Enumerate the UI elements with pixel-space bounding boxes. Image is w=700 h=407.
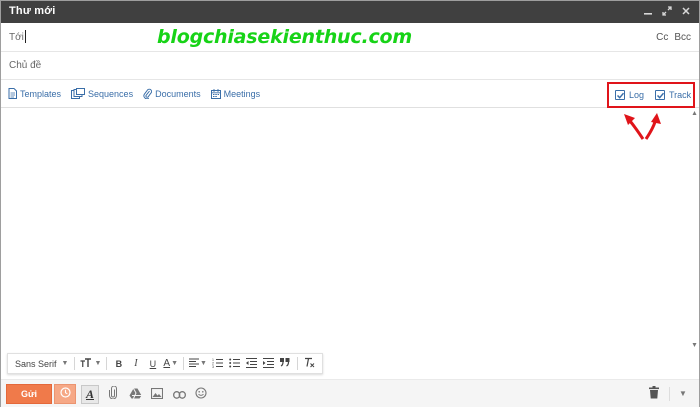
formatting-toolbar: Sans Serif ▼ ▼ B I U A ▼ ▼ 123	[7, 353, 323, 374]
text-cursor	[25, 30, 26, 43]
smiley-icon	[195, 386, 207, 404]
formatting-options-button[interactable]: A	[81, 385, 99, 404]
bcc-link[interactable]: Bcc	[674, 32, 691, 43]
close-icon[interactable]	[681, 4, 691, 18]
divider	[183, 357, 185, 370]
chevron-down-icon: ▼	[679, 389, 687, 398]
google-drive-icon	[129, 386, 142, 404]
quote-button[interactable]	[277, 355, 294, 372]
svg-text:3: 3	[212, 365, 214, 368]
more-options-button[interactable]: ▼	[679, 389, 687, 398]
link-icon	[172, 386, 186, 404]
checkbox-checked-icon	[615, 90, 625, 100]
attach-file-button[interactable]	[105, 385, 121, 404]
window-controls	[643, 4, 691, 18]
bold-button[interactable]: B	[110, 355, 127, 372]
log-label: Log	[629, 90, 645, 100]
indent-more-button[interactable]	[260, 355, 277, 372]
font-family-value: Sans Serif	[15, 358, 57, 369]
divider	[296, 357, 298, 370]
bottom-tools: A	[81, 385, 209, 404]
align-left-icon	[189, 358, 200, 369]
font-size-icon	[80, 357, 93, 370]
chevron-down-icon: ▼	[171, 360, 179, 367]
title-bar: Thư mới	[1, 1, 699, 23]
watermark-text: blogchiasekienthuc.com	[157, 26, 412, 48]
compose-window: Thư mới Tới blogchiasekienthuc.com Cc Bc…	[0, 0, 700, 407]
scrollbar[interactable]	[692, 109, 697, 349]
bulleted-list-icon	[229, 358, 240, 370]
numbered-list-button[interactable]: 123	[209, 355, 226, 372]
remove-formatting-button[interactable]	[301, 355, 318, 372]
send-button[interactable]: Gửi	[6, 384, 52, 404]
calendar-icon	[210, 88, 221, 99]
image-icon	[150, 386, 164, 404]
to-row[interactable]: Tới blogchiasekienthuc.com Cc Bcc	[1, 23, 699, 52]
checkbox-checked-icon	[655, 90, 665, 100]
window-title: Thư mới	[9, 5, 56, 17]
discard-draft-button[interactable]	[649, 386, 659, 404]
cc-bcc-links: Cc Bcc	[656, 32, 691, 43]
quote-icon	[280, 358, 290, 369]
chevron-down-icon: ▼	[200, 360, 207, 367]
tracking-highlight-box: Log Track	[607, 82, 695, 108]
templates-label: Templates	[20, 88, 62, 99]
sequences-label: Sequences	[88, 88, 134, 99]
indent-less-button[interactable]	[243, 355, 260, 372]
paperclip-icon	[143, 88, 153, 99]
insert-photo-button[interactable]	[149, 386, 165, 404]
track-label: Track	[669, 90, 692, 100]
document-icon	[8, 88, 17, 99]
chevron-down-icon: ▼	[61, 360, 69, 367]
underline-button[interactable]: U	[144, 355, 161, 372]
meetings-button[interactable]: Meetings	[210, 88, 261, 99]
align-button[interactable]: ▼	[187, 355, 209, 372]
templates-button[interactable]: Templates	[8, 88, 61, 99]
insert-emoji-button[interactable]	[193, 386, 209, 404]
documents-button[interactable]: Documents	[143, 88, 201, 99]
divider	[106, 357, 108, 370]
divider	[74, 357, 76, 370]
log-checkbox[interactable]: Log	[615, 90, 644, 100]
divider	[669, 387, 670, 401]
popout-icon[interactable]	[662, 4, 672, 18]
text-color-button[interactable]: A ▼	[161, 355, 180, 372]
sequences-icon	[71, 88, 86, 99]
clock-icon	[59, 385, 71, 403]
bottom-bar: Gửi A ▼	[1, 379, 699, 407]
font-size-button[interactable]: ▼	[78, 355, 103, 372]
schedule-send-button[interactable]	[54, 384, 76, 404]
insert-link-button[interactable]	[171, 386, 187, 404]
trash-icon	[649, 386, 659, 403]
numbered-list-icon: 123	[212, 358, 223, 370]
to-label: Tới	[9, 32, 24, 43]
cc-link[interactable]: Cc	[656, 32, 668, 43]
sequences-button[interactable]: Sequences	[71, 88, 133, 99]
bulleted-list-button[interactable]	[226, 355, 243, 372]
subject-label: Chủ đề	[9, 60, 42, 71]
message-body-editor[interactable]	[1, 109, 699, 352]
text-color-label: A	[163, 358, 171, 369]
minimize-icon[interactable]	[643, 4, 653, 18]
hubspot-toolbar: Templates Sequences Documents Meetings	[1, 80, 699, 108]
indent-less-icon	[245, 357, 257, 370]
font-family-dropdown[interactable]: Sans Serif ▼	[12, 355, 71, 372]
insert-drive-button[interactable]	[127, 386, 143, 404]
subject-row[interactable]: Chủ đề	[1, 52, 699, 80]
remove-formatting-icon	[304, 357, 315, 370]
track-checkbox[interactable]: Track	[655, 90, 691, 100]
italic-button[interactable]: I	[127, 355, 144, 372]
tools-list: Templates Sequences Documents Meetings	[8, 88, 260, 99]
chevron-down-icon: ▼	[94, 360, 102, 367]
meetings-label: Meetings	[223, 88, 261, 99]
paperclip-icon	[109, 385, 117, 404]
documents-label: Documents	[155, 88, 201, 99]
indent-more-icon	[262, 357, 274, 370]
